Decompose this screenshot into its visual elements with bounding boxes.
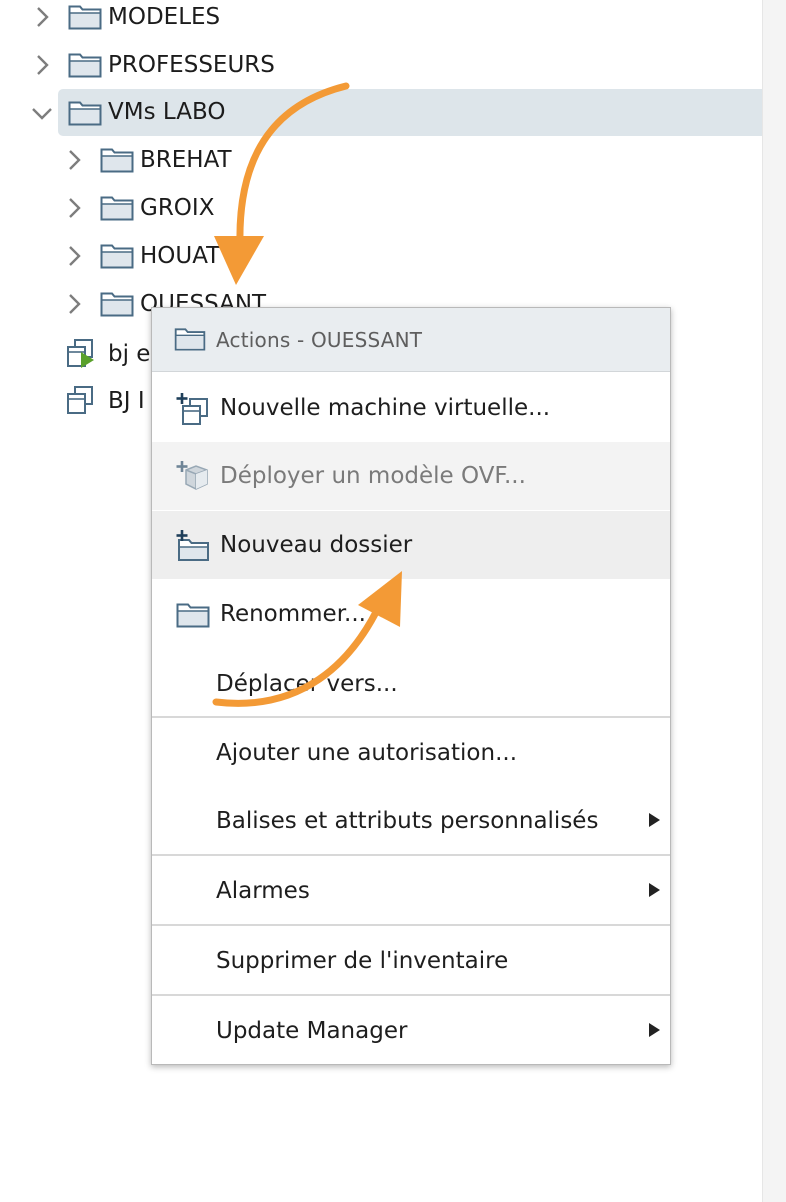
menu-item-rename[interactable]: Renommer... bbox=[152, 580, 670, 648]
menu-item-new-folder[interactable]: Nouveau dossier bbox=[152, 511, 670, 579]
chevron-right-icon[interactable] bbox=[62, 292, 86, 316]
chevron-right-icon[interactable] bbox=[62, 196, 86, 220]
folder-icon bbox=[100, 291, 134, 317]
tree-item-brehat[interactable]: BREHAT bbox=[0, 137, 760, 183]
menu-item-remove-from-inventory[interactable]: Supprimer de l'inventaire bbox=[152, 927, 670, 995]
menu-item-alarms[interactable]: Alarmes bbox=[152, 857, 670, 925]
folder-icon bbox=[68, 100, 102, 126]
menu-item-label: Déployer un modèle OVF... bbox=[220, 463, 526, 489]
tree-item-label: BREHAT bbox=[140, 147, 232, 173]
menu-item-label: Supprimer de l'inventaire bbox=[216, 948, 509, 974]
tree-item-label: MODELES bbox=[108, 4, 221, 30]
menu-item-label: Ajouter une autorisation... bbox=[216, 740, 517, 766]
tree-item-label: BJ I bbox=[108, 388, 145, 414]
tree-item-professeurs[interactable]: PROFESSEURS bbox=[0, 42, 760, 88]
menu-separator bbox=[152, 854, 670, 856]
new-vm-icon bbox=[176, 392, 210, 430]
chevron-right-icon[interactable] bbox=[30, 5, 54, 29]
menu-item-label: Déplacer vers... bbox=[216, 671, 398, 697]
menu-item-label: Renommer... bbox=[220, 601, 366, 627]
menu-item-label: Nouvelle machine virtuelle... bbox=[220, 395, 551, 421]
context-menu: Actions - OUESSANT Nouvelle machine virt… bbox=[151, 307, 671, 1065]
tree-item-label: PROFESSEURS bbox=[108, 52, 275, 78]
menu-item-deploy-ovf[interactable]: Déployer un modèle OVF... bbox=[152, 442, 670, 510]
menu-separator bbox=[152, 994, 670, 996]
context-menu-header: Actions - OUESSANT bbox=[152, 308, 670, 372]
folder-icon bbox=[100, 243, 134, 269]
tree-item-houat[interactable]: HOUAT bbox=[0, 233, 760, 279]
folder-icon bbox=[100, 195, 134, 221]
new-folder-icon bbox=[176, 529, 210, 567]
vm-powered-on-icon bbox=[66, 338, 96, 370]
menu-item-label: Alarmes bbox=[216, 878, 310, 904]
submenu-arrow-icon bbox=[649, 813, 660, 827]
submenu-arrow-icon bbox=[649, 1023, 660, 1037]
folder-icon bbox=[176, 602, 210, 632]
context-menu-title: Actions - OUESSANT bbox=[216, 328, 423, 352]
vm-icon bbox=[66, 385, 96, 417]
menu-item-tags-attributes[interactable]: Balises et attributs personnalisés bbox=[152, 787, 670, 855]
menu-item-label: Update Manager bbox=[216, 1018, 408, 1044]
tree-item-label: GROIX bbox=[140, 195, 215, 221]
folder-icon bbox=[174, 327, 206, 355]
menu-item-move-to[interactable]: Déplacer vers... bbox=[152, 650, 670, 718]
chevron-right-icon[interactable] bbox=[62, 244, 86, 268]
tree-item-vms-labo-content: VMs LABO bbox=[0, 89, 760, 135]
ovf-template-icon bbox=[176, 460, 210, 498]
right-panel-edge bbox=[762, 0, 786, 1202]
folder-icon bbox=[68, 4, 102, 30]
chevron-down-icon[interactable] bbox=[30, 101, 54, 125]
menu-item-label: Balises et attributs personnalisés bbox=[216, 808, 599, 834]
tree-item-modeles[interactable]: MODELES bbox=[0, 0, 760, 40]
menu-item-update-manager[interactable]: Update Manager bbox=[152, 997, 670, 1065]
menu-item-add-permission[interactable]: Ajouter une autorisation... bbox=[152, 719, 670, 787]
folder-icon bbox=[68, 52, 102, 78]
submenu-arrow-icon bbox=[649, 883, 660, 897]
tree-item-label: HOUAT bbox=[140, 243, 221, 269]
menu-separator bbox=[152, 924, 670, 926]
chevron-right-icon[interactable] bbox=[30, 53, 54, 77]
menu-item-new-vm[interactable]: Nouvelle machine virtuelle... bbox=[152, 374, 670, 442]
folder-icon bbox=[100, 147, 134, 173]
menu-item-label: Nouveau dossier bbox=[220, 532, 413, 558]
tree-item-label: VMs LABO bbox=[108, 99, 226, 125]
menu-separator bbox=[152, 716, 670, 718]
tree-item-groix[interactable]: GROIX bbox=[0, 185, 760, 231]
tree-item-label: bj e bbox=[108, 341, 151, 367]
chevron-right-icon[interactable] bbox=[62, 148, 86, 172]
